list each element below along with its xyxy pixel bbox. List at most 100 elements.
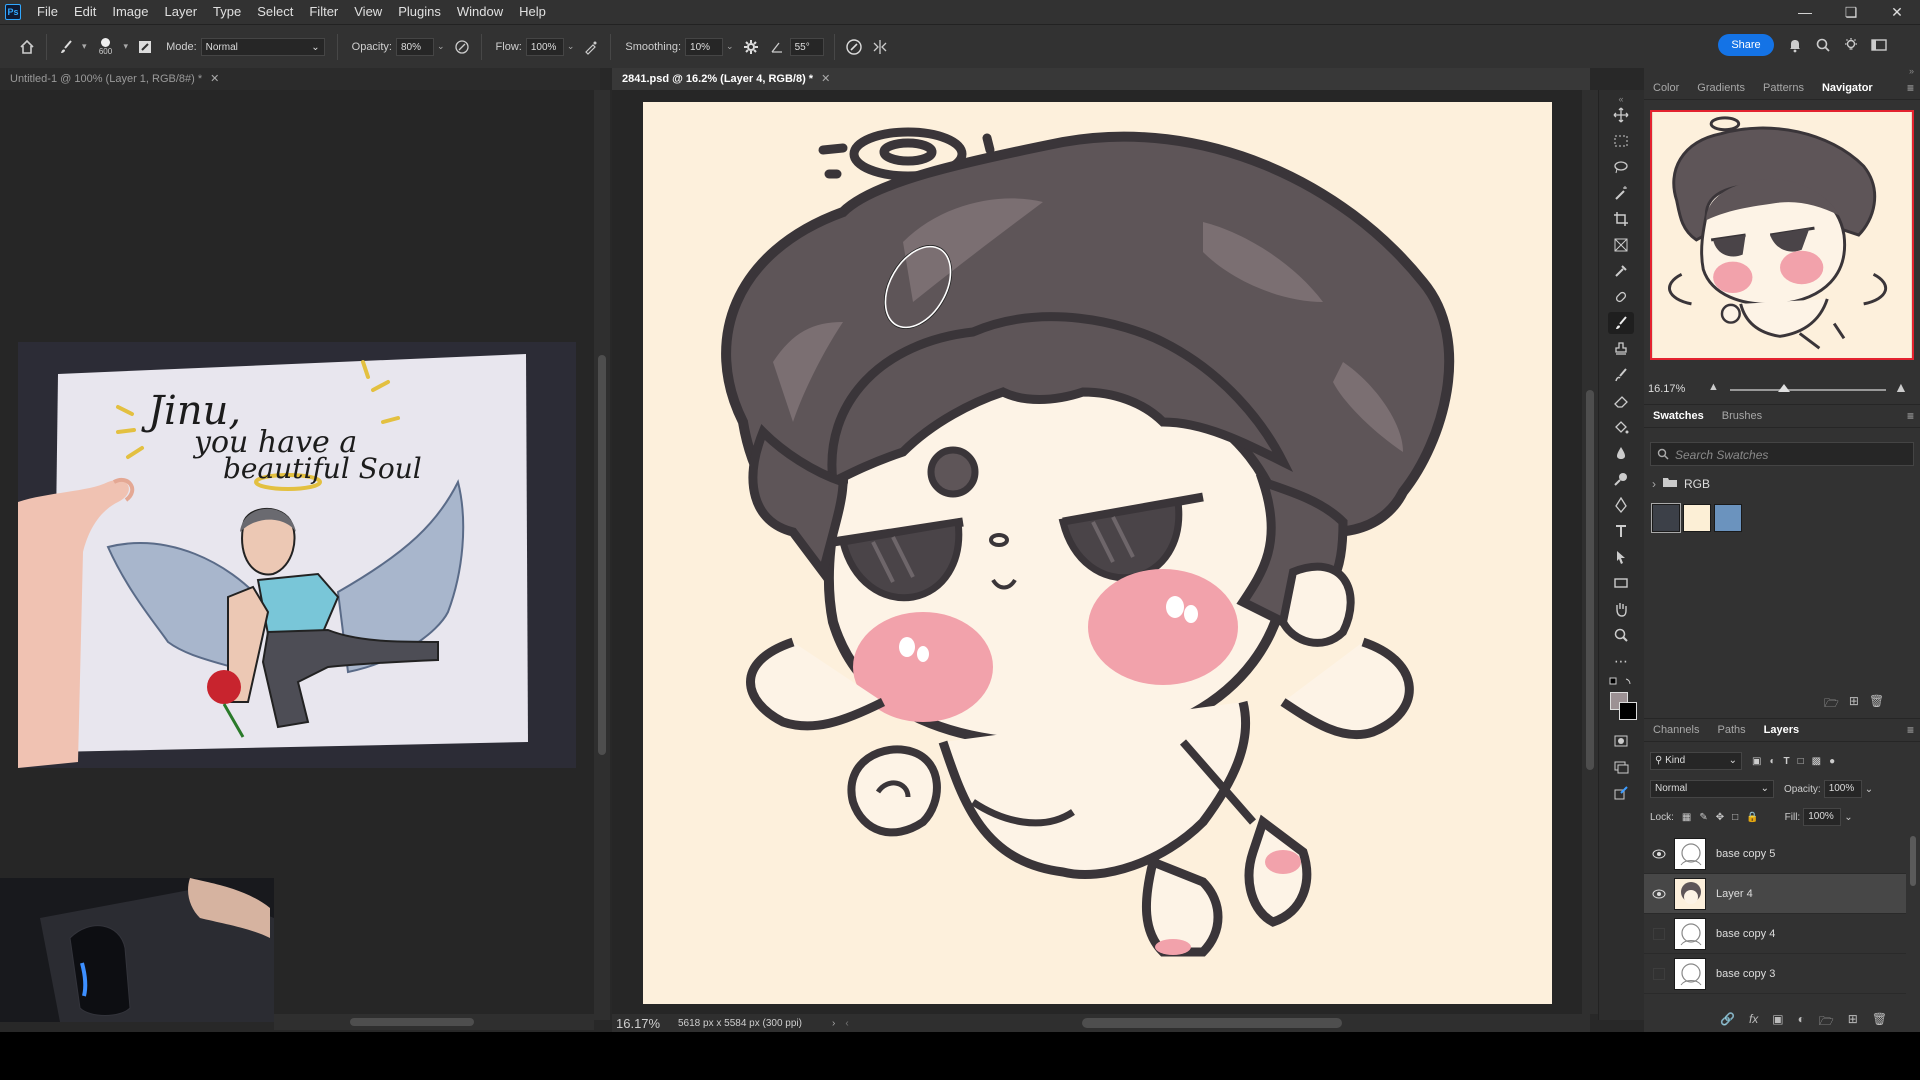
- left-vertical-scrollbar[interactable]: [594, 90, 610, 1020]
- brush-tool-icon[interactable]: [1608, 312, 1634, 334]
- frame-tool-icon[interactable]: [1608, 234, 1634, 256]
- airbrush-icon[interactable]: [578, 34, 604, 60]
- filter-type-icon[interactable]: T: [1784, 756, 1790, 767]
- lock-position-icon[interactable]: ✥: [1716, 812, 1724, 823]
- delete-layer-icon[interactable]: 🗑: [1872, 1012, 1887, 1032]
- navigator-zoom-value[interactable]: 16.17%: [1648, 383, 1685, 395]
- layer-row-base-copy-3[interactable]: base copy 3: [1644, 954, 1906, 994]
- layer-name[interactable]: Layer 4: [1716, 888, 1753, 900]
- brush-size-picker[interactable]: 600: [91, 34, 121, 60]
- notifications-bell-icon[interactable]: [1784, 34, 1806, 56]
- pressure-size-icon[interactable]: [841, 34, 867, 60]
- layer-opacity-caret-icon[interactable]: ⌄: [1865, 784, 1873, 795]
- menu-window[interactable]: Window: [449, 0, 511, 24]
- zoom-tool-icon[interactable]: [1608, 624, 1634, 646]
- visibility-toggle[interactable]: [1644, 927, 1674, 940]
- smoothing-caret-icon[interactable]: ⌄: [726, 41, 734, 52]
- panel-menu-icon[interactable]: ≡: [1907, 409, 1914, 423]
- mode-dropdown[interactable]: Normal ⌄: [200, 37, 325, 56]
- flow-caret-icon[interactable]: ⌄: [567, 41, 575, 52]
- layer-row-base-copy-5[interactable]: base copy 5: [1644, 834, 1906, 874]
- main-horizontal-scrollbar[interactable]: [1082, 1018, 1342, 1028]
- paint-bucket-tool-icon[interactable]: [1608, 416, 1634, 438]
- visibility-eye-icon[interactable]: [1644, 889, 1674, 899]
- workspace-layout-icon[interactable]: [1868, 34, 1890, 56]
- menu-select[interactable]: Select: [249, 0, 301, 24]
- link-layers-icon[interactable]: 🔗: [1720, 1012, 1735, 1032]
- move-tool-icon[interactable]: [1608, 104, 1634, 126]
- menu-layer[interactable]: Layer: [157, 0, 206, 24]
- navigator-preview[interactable]: [1650, 110, 1914, 360]
- background-color-swatch[interactable]: [1619, 702, 1637, 720]
- layers-scrollbar[interactable]: [1908, 832, 1918, 982]
- chevron-right-icon[interactable]: ›: [1652, 477, 1656, 491]
- layer-filter-kind-dropdown[interactable]: ⚲ Kind ⌄: [1650, 752, 1742, 770]
- tab-layers[interactable]: Layers: [1755, 724, 1808, 736]
- lasso-tool-icon[interactable]: [1608, 156, 1634, 178]
- tab-color[interactable]: Color: [1644, 82, 1688, 94]
- opacity-input[interactable]: 80%: [396, 37, 434, 56]
- swatch-blue[interactable]: [1714, 504, 1742, 532]
- navigator-slider-thumb[interactable]: [1778, 384, 1790, 392]
- restore-icon[interactable]: ❏: [1828, 0, 1874, 24]
- angle-input[interactable]: 55°: [789, 37, 824, 56]
- pressure-opacity-icon[interactable]: [449, 34, 475, 60]
- layer-name[interactable]: base copy 5: [1716, 848, 1775, 860]
- swatch-dark-gray[interactable]: [1651, 503, 1681, 533]
- tab-navigator[interactable]: Navigator: [1813, 82, 1882, 94]
- new-layer-icon[interactable]: ⊞: [1848, 1012, 1858, 1032]
- lock-image-icon[interactable]: ✎: [1699, 812, 1707, 823]
- scroll-left-icon[interactable]: ‹: [845, 1018, 848, 1029]
- reference-document-canvas[interactable]: Jinu, you have a beautiful Soul: [0, 90, 594, 1022]
- clone-stamp-tool-icon[interactable]: [1608, 338, 1634, 360]
- status-expand-icon[interactable]: ›: [832, 1018, 835, 1029]
- layer-blend-mode-dropdown[interactable]: Normal ⌄: [1650, 780, 1774, 798]
- tab-paths[interactable]: Paths: [1708, 724, 1754, 736]
- close-tab-icon[interactable]: ✕: [210, 73, 219, 85]
- layer-row-layer-4[interactable]: Layer 4: [1644, 874, 1906, 914]
- zoom-out-icon[interactable]: ▲: [1708, 381, 1719, 393]
- layer-opacity-input[interactable]: 100%: [1823, 780, 1862, 798]
- adjustment-layer-icon[interactable]: ◐: [1798, 1012, 1805, 1032]
- eyedropper-tool-icon[interactable]: [1608, 260, 1634, 282]
- blur-tool-icon[interactable]: [1608, 442, 1634, 464]
- tab-untitled-1[interactable]: Untitled-1 @ 100% (Layer 1, RGB/8#) * ✕: [0, 68, 600, 90]
- main-vertical-scrollbar[interactable]: [1582, 90, 1598, 1014]
- new-group-folder-icon[interactable]: 🗁: [1824, 694, 1839, 715]
- panel-menu-icon[interactable]: ≡: [1907, 723, 1914, 737]
- layer-style-fx-icon[interactable]: fx: [1749, 1012, 1758, 1032]
- navigator-zoom-slider[interactable]: [1730, 389, 1886, 391]
- close-tab-icon[interactable]: ✕: [821, 73, 830, 85]
- panel-menu-icon[interactable]: ≡: [1907, 81, 1914, 95]
- swatch-cream[interactable]: [1683, 504, 1711, 532]
- menu-image[interactable]: Image: [104, 0, 156, 24]
- menu-help[interactable]: Help: [511, 0, 554, 24]
- menu-edit[interactable]: Edit: [66, 0, 104, 24]
- close-window-icon[interactable]: ✕: [1874, 0, 1920, 24]
- new-swatch-icon[interactable]: ⊞: [1849, 694, 1859, 715]
- add-mask-icon[interactable]: ▣: [1772, 1012, 1783, 1032]
- screen-mode-icon[interactable]: [1608, 756, 1634, 778]
- search-swatches-input[interactable]: Search Swatches: [1650, 442, 1914, 466]
- history-brush-tool-icon[interactable]: [1608, 364, 1634, 386]
- marquee-tool-icon[interactable]: [1608, 130, 1634, 152]
- lock-artboard-icon[interactable]: □: [1732, 812, 1738, 823]
- filter-smart-object-icon[interactable]: ▩: [1812, 756, 1821, 767]
- left-horizontal-scrollbar[interactable]: [274, 1014, 594, 1030]
- magic-wand-tool-icon[interactable]: [1608, 182, 1634, 204]
- menu-filter[interactable]: Filter: [301, 0, 346, 24]
- dodge-tool-icon[interactable]: [1608, 468, 1634, 490]
- opacity-caret-icon[interactable]: ⌄: [437, 41, 445, 52]
- menu-view[interactable]: View: [346, 0, 390, 24]
- brush-settings-icon[interactable]: [132, 34, 158, 60]
- collapse-toolbar-icon[interactable]: «: [1608, 94, 1634, 104]
- layer-name[interactable]: base copy 3: [1716, 968, 1775, 980]
- eraser-tool-icon[interactable]: [1608, 390, 1634, 412]
- status-zoom-value[interactable]: 16.17%: [612, 1016, 678, 1031]
- share-button[interactable]: Share: [1718, 34, 1774, 56]
- smoothing-gear-icon[interactable]: [738, 34, 764, 60]
- path-selection-tool-icon[interactable]: [1608, 546, 1634, 568]
- zoom-in-icon[interactable]: ▲: [1894, 379, 1908, 395]
- hand-tool-icon[interactable]: [1608, 598, 1634, 620]
- visibility-toggle[interactable]: [1644, 967, 1674, 980]
